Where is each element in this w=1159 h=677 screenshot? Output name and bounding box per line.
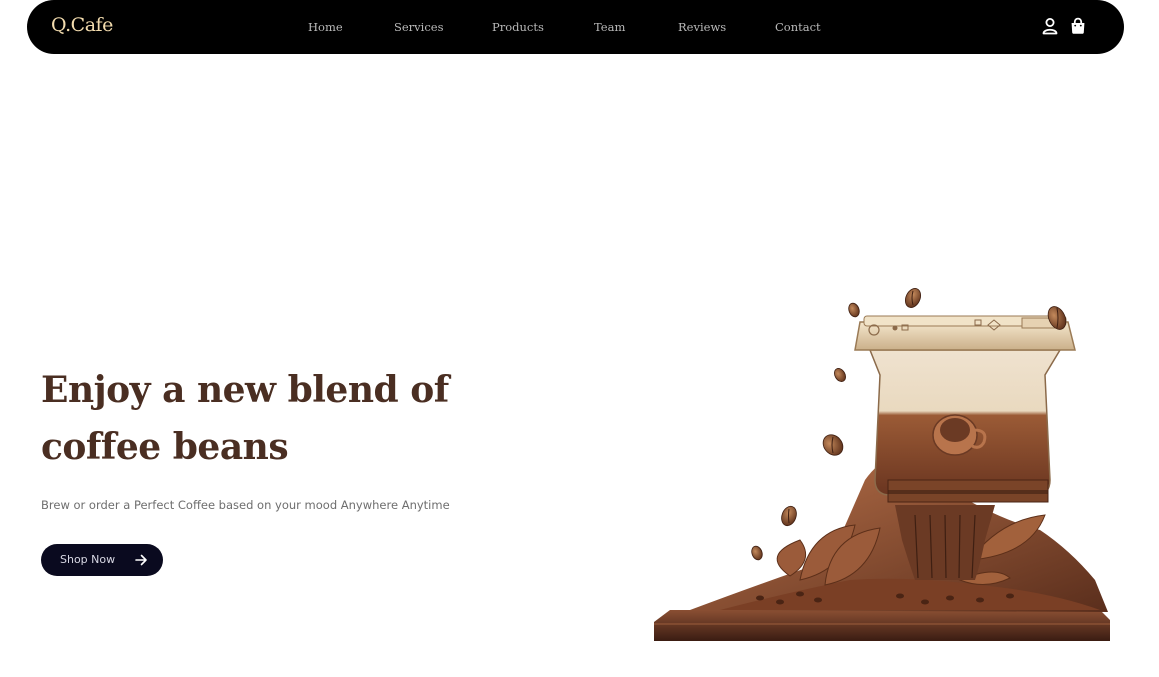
shop-now-button[interactable]: Shop Now — [41, 544, 163, 576]
hero-title-line-2: coffee beans — [41, 426, 289, 468]
shopping-bag-icon[interactable] — [1070, 17, 1086, 35]
coffee-grinder-illustration — [654, 288, 1110, 641]
nav-icons — [1042, 17, 1086, 37]
top-navbar: Q.Cafe Home Services Products Team Revie… — [27, 0, 1124, 54]
arrow-right-icon — [135, 554, 147, 566]
shop-now-label: Shop Now — [60, 553, 116, 566]
nav-link-services[interactable]: Services — [394, 20, 444, 34]
nav-link-products[interactable]: Products — [492, 20, 544, 34]
user-icon[interactable] — [1042, 17, 1058, 35]
nav-link-team[interactable]: Team — [594, 20, 625, 34]
nav-link-home[interactable]: Home — [308, 20, 343, 34]
nav-menu: Home Services Products Team Reviews Cont… — [27, 20, 1124, 36]
hero-subtitle: Brew or order a Perfect Coffee based on … — [41, 498, 450, 512]
nav-link-contact[interactable]: Contact — [775, 20, 821, 34]
hero-title-line-1: Enjoy a new blend of — [41, 369, 449, 411]
nav-link-reviews[interactable]: Reviews — [678, 20, 726, 34]
hero-title: Enjoy a new blend of coffee beans — [41, 362, 511, 476]
